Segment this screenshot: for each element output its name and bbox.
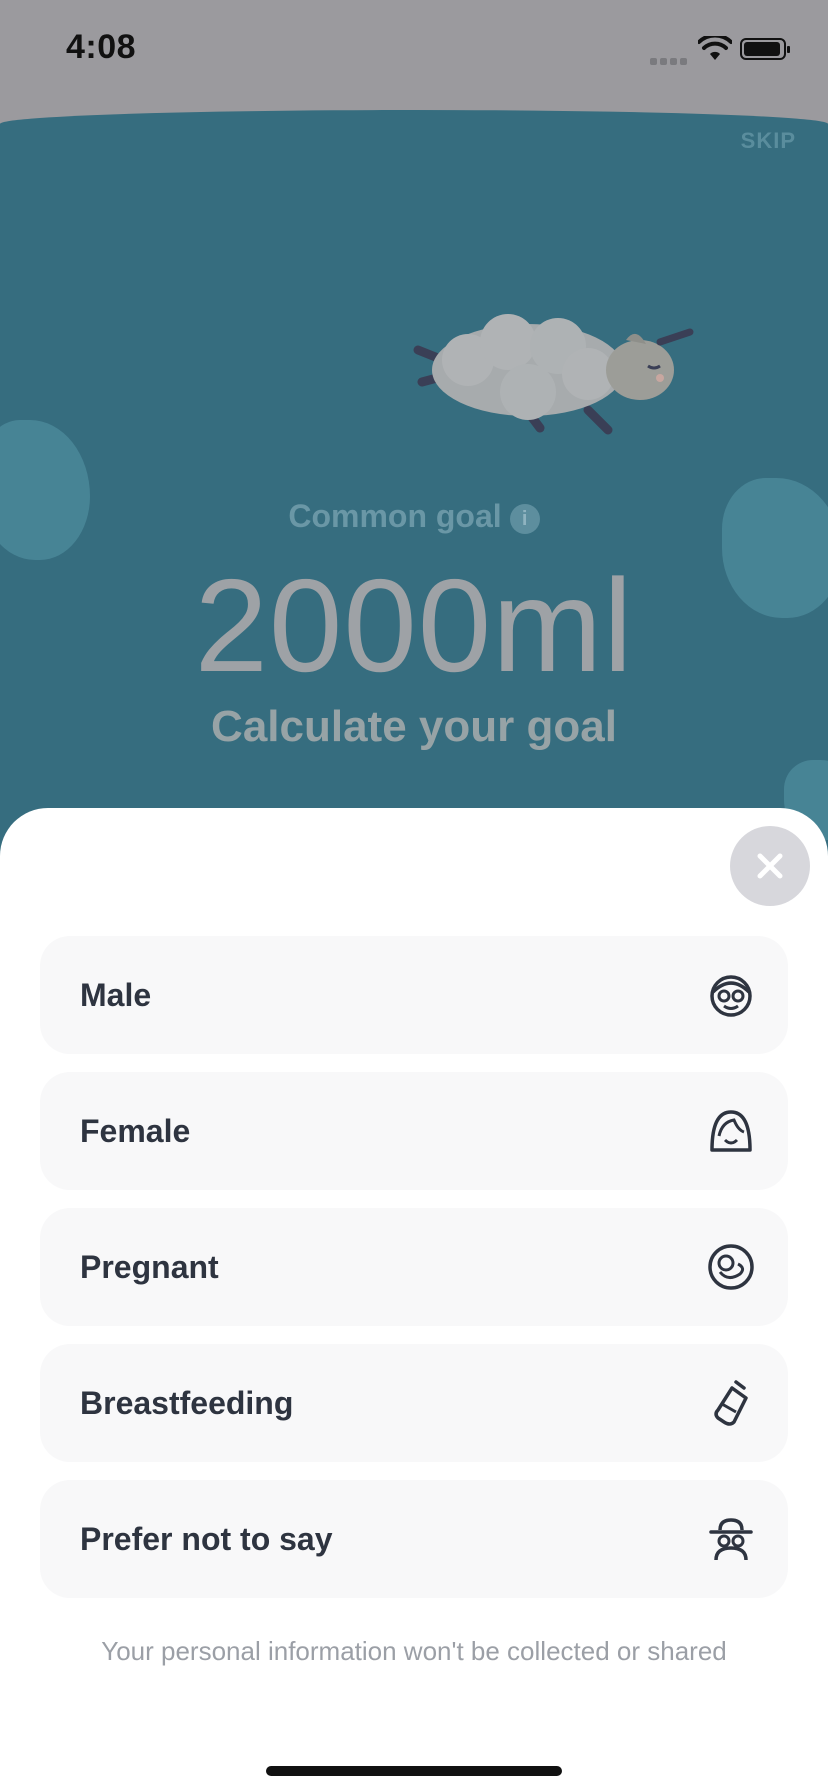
status-bar: 4:08	[0, 0, 828, 124]
gender-selection-sheet: Male Female Pregnant Breastfeeding Prefe…	[0, 808, 828, 1792]
option-label: Female	[80, 1112, 191, 1149]
option-female[interactable]: Female	[40, 1072, 788, 1190]
option-label: Pregnant	[80, 1248, 219, 1285]
close-icon	[757, 853, 783, 879]
home-indicator[interactable]	[266, 1766, 562, 1776]
status-time: 4:08	[66, 28, 137, 66]
option-label: Breastfeeding	[80, 1384, 294, 1421]
cellular-signal-icon	[650, 52, 690, 70]
battery-icon	[740, 38, 790, 60]
close-button[interactable]	[730, 826, 810, 906]
goal-value: 2000ml	[194, 552, 634, 699]
baby-bottle-icon	[714, 1380, 748, 1426]
option-label: Prefer not to say	[80, 1520, 333, 1557]
wifi-icon	[698, 36, 732, 60]
option-male[interactable]: Male	[40, 936, 788, 1054]
common-goal-text: Common goal	[288, 498, 502, 534]
skip-button[interactable]: SKIP	[741, 128, 796, 154]
option-prefer-not-to-say[interactable]: Prefer not to say	[40, 1480, 788, 1598]
male-face-icon	[710, 975, 752, 1017]
calculate-goal-heading: Calculate your goal	[211, 702, 617, 751]
incognito-icon	[709, 1518, 753, 1561]
option-breastfeeding[interactable]: Breastfeeding	[40, 1344, 788, 1462]
female-face-icon	[710, 1110, 752, 1152]
option-label: Male	[80, 976, 152, 1013]
common-goal-label: Common goal i	[0, 498, 828, 535]
pregnant-icon	[708, 1244, 754, 1290]
info-icon[interactable]: i	[509, 503, 540, 534]
sheep-illustration	[413, 314, 694, 435]
privacy-note: Your personal information won't be colle…	[101, 1636, 727, 1666]
option-pregnant[interactable]: Pregnant	[40, 1208, 788, 1326]
